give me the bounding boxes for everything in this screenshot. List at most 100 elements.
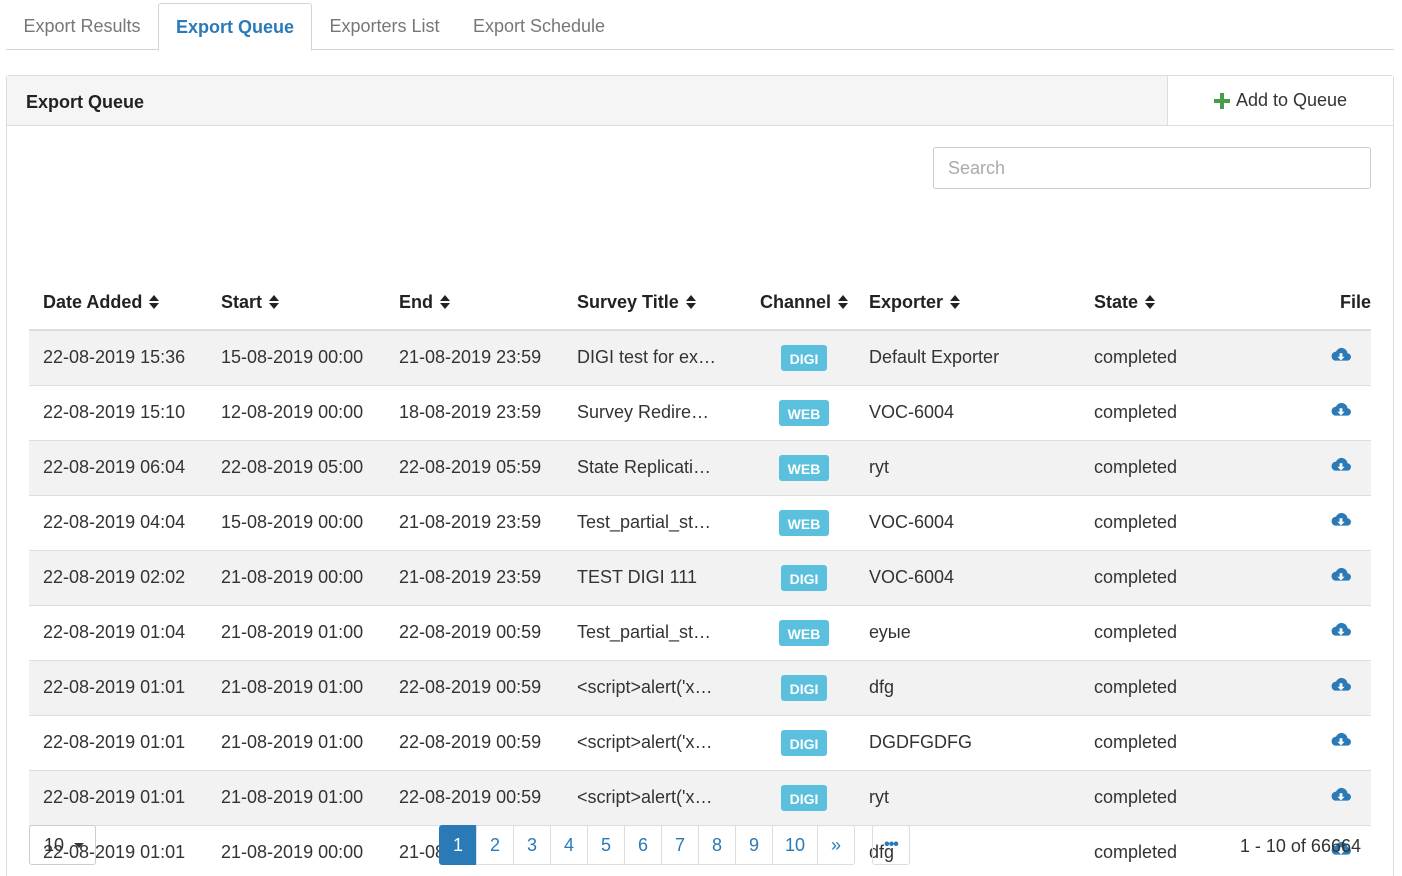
cell-file xyxy=(1240,329,1371,385)
add-to-queue-button[interactable]: Add to Queue xyxy=(1167,76,1393,125)
table-row: 22-08-2019 01:04 21-08-2019 01:00 22-08-20… xyxy=(29,604,1371,660)
cell-start: 21-08-2019 00:00 xyxy=(207,824,385,876)
cell-date-added: 22-08-2019 15:36 xyxy=(29,329,207,385)
page-button[interactable]: 5 xyxy=(587,825,625,865)
page-button[interactable]: 9 xyxy=(735,825,773,865)
column-header-exporter[interactable]: Exporter xyxy=(855,276,1080,331)
page-next-button[interactable]: » xyxy=(817,825,855,865)
cell-date-added: 22-08-2019 06:04 xyxy=(29,439,207,495)
cell-start: 15-08-2019 00:00 xyxy=(207,329,385,385)
column-header-end[interactable]: End xyxy=(385,276,563,331)
cell-channel: WEB xyxy=(753,494,855,550)
channel-badge: WEB xyxy=(778,619,830,646)
cell-exporter: VOC-6004 xyxy=(855,384,1080,440)
cell-survey-title: Test_partial_st… xyxy=(563,604,753,660)
cell-survey-title: TEST DIGI 111 xyxy=(563,549,753,605)
cell-exporter: еуые xyxy=(855,604,1080,660)
column-header-date-added[interactable]: Date Added xyxy=(29,276,207,331)
channel-badge: DIGI xyxy=(780,729,828,756)
search-input[interactable] xyxy=(933,147,1371,189)
cell-survey-title: State Replicati… xyxy=(563,439,753,495)
page-button[interactable]: 2 xyxy=(476,825,514,865)
cell-survey-title: <script>alert('x… xyxy=(563,659,753,715)
cell-survey-title: Test_partial_st… xyxy=(563,494,753,550)
cell-end: 18-08-2019 23:59 xyxy=(385,384,563,440)
cell-file xyxy=(1240,604,1371,660)
tab-exporters-list[interactable]: Exporters List xyxy=(312,3,457,50)
cell-exporter: dfg xyxy=(855,659,1080,715)
cloud-download-icon[interactable] xyxy=(1330,567,1352,589)
cell-file xyxy=(1240,494,1371,550)
cloud-download-icon[interactable] xyxy=(1330,677,1352,699)
pagination-info: 1 - 10 of 66664 xyxy=(1239,836,1361,856)
cell-exporter: ryt xyxy=(855,769,1080,825)
cell-end: 22-08-2019 05:59 xyxy=(385,439,563,495)
page-size-select[interactable]: 10 xyxy=(29,825,96,865)
more-pages-button[interactable]: ••• xyxy=(872,825,910,865)
sort-icon xyxy=(1145,295,1156,309)
tab-export-schedule[interactable]: Export Schedule xyxy=(457,3,621,50)
column-header-survey-title[interactable]: Survey Title xyxy=(563,276,753,331)
channel-badge: WEB xyxy=(778,399,830,426)
cell-survey-title: DIGI test for ex… xyxy=(563,329,753,385)
page-button[interactable]: 10 xyxy=(772,825,818,865)
column-header-file: File xyxy=(1240,276,1371,331)
cell-date-added: 22-08-2019 02:02 xyxy=(29,549,207,605)
page-button[interactable]: 6 xyxy=(624,825,662,865)
table-row: 22-08-2019 01:01 21-08-2019 01:00 22-08-20… xyxy=(29,714,1371,770)
cell-start: 22-08-2019 05:00 xyxy=(207,439,385,495)
cloud-download-icon[interactable] xyxy=(1330,787,1352,809)
cell-state: completed xyxy=(1080,714,1240,770)
cell-channel: DIGI xyxy=(753,769,855,825)
table-row: 22-08-2019 15:10 12-08-2019 00:00 18-08-20… xyxy=(29,384,1371,440)
channel-badge: DIGI xyxy=(780,674,828,701)
panel-title: Export Queue xyxy=(26,92,145,112)
cell-state: completed xyxy=(1080,329,1240,385)
cloud-download-icon[interactable] xyxy=(1330,347,1352,369)
panel-heading: Export Queue Add to Queue xyxy=(7,76,1393,126)
cloud-download-icon[interactable] xyxy=(1330,402,1352,424)
cell-channel: DIGI xyxy=(753,549,855,605)
cloud-download-icon[interactable] xyxy=(1330,457,1352,479)
table-row: 22-08-2019 01:01 21-08-2019 01:00 22-08-20… xyxy=(29,659,1371,715)
page-button[interactable]: 4 xyxy=(550,825,588,865)
cell-state: completed xyxy=(1080,604,1240,660)
plus-icon xyxy=(1213,92,1230,109)
cell-exporter: VOC-6004 xyxy=(855,549,1080,605)
table-row: 22-08-2019 04:04 15-08-2019 00:00 21-08-20… xyxy=(29,494,1371,550)
page-button[interactable]: 7 xyxy=(661,825,699,865)
cell-end: 21-08-2019 23:59 xyxy=(385,549,563,605)
column-header-start[interactable]: Start xyxy=(207,276,385,331)
cell-date-added: 22-08-2019 01:01 xyxy=(29,769,207,825)
cell-end: 21-08-2019 23:59 xyxy=(385,329,563,385)
cell-start: 12-08-2019 00:00 xyxy=(207,384,385,440)
column-header-channel[interactable]: Channel xyxy=(753,276,855,331)
cloud-download-icon[interactable] xyxy=(1330,732,1352,754)
tab-export-results[interactable]: Export Results xyxy=(6,3,158,50)
tab-export-queue[interactable]: Export Queue xyxy=(158,3,312,51)
page-button[interactable]: 8 xyxy=(698,825,736,865)
cell-start: 21-08-2019 01:00 xyxy=(207,659,385,715)
page-button[interactable]: 3 xyxy=(513,825,551,865)
cloud-download-icon[interactable] xyxy=(1330,512,1352,534)
page-button[interactable]: 1 xyxy=(439,825,477,865)
table-row: 22-08-2019 15:36 15-08-2019 00:00 21-08-20… xyxy=(29,329,1371,385)
cell-survey-title: Survey Redire… xyxy=(563,384,753,440)
cloud-download-icon[interactable] xyxy=(1330,622,1352,644)
cell-start: 21-08-2019 01:00 xyxy=(207,604,385,660)
cell-start: 15-08-2019 00:00 xyxy=(207,494,385,550)
sort-icon xyxy=(838,295,848,309)
cell-start: 21-08-2019 01:00 xyxy=(207,769,385,825)
cell-exporter: ryt xyxy=(855,439,1080,495)
sort-icon xyxy=(440,295,450,309)
cell-file xyxy=(1240,439,1371,495)
cell-end: 22-08-2019 00:59 xyxy=(385,604,563,660)
cell-state: completed xyxy=(1080,549,1240,605)
channel-badge: WEB xyxy=(778,509,830,536)
cell-end: 21-08-2019 23:59 xyxy=(385,494,563,550)
cell-exporter: VOC-6004 xyxy=(855,494,1080,550)
column-header-state[interactable]: State xyxy=(1080,276,1240,331)
cell-file xyxy=(1240,659,1371,715)
cell-state: completed xyxy=(1080,659,1240,715)
add-to-queue-label: Add to Queue xyxy=(1235,90,1348,110)
